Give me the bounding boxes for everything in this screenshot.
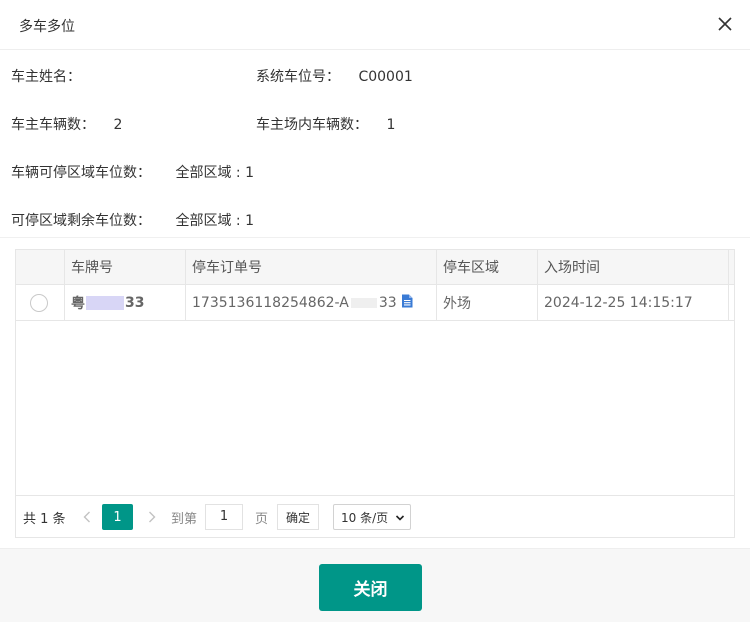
- owner-vehicles-label: 车主车辆数：: [11, 117, 95, 133]
- order-prefix: 1735136118254862-A: [192, 294, 349, 311]
- page-current[interactable]: 1: [102, 504, 133, 530]
- row-radio[interactable]: [30, 293, 48, 312]
- owner-info-panel: 车主姓名： 系统车位号： C00001 车主车辆数： 2 车主场内车辆数： 1 …: [0, 50, 750, 238]
- remaining-spaces-value: 全部区域 : 1: [175, 213, 254, 229]
- page-unit-label: 页: [255, 511, 269, 527]
- chevron-left-icon[interactable]: [72, 504, 102, 530]
- order-mask: [350, 297, 377, 308]
- page-size-select[interactable]: 10 条/页: [333, 504, 411, 530]
- order-suffix: 33: [378, 294, 397, 311]
- column-header-area[interactable]: 停车区域: [437, 250, 538, 284]
- plate-suffix: 33: [125, 294, 145, 311]
- area-spaces-label: 车辆可停区域车位数：: [11, 165, 151, 181]
- vehicles-in-lot-label: 车主场内车辆数：: [256, 117, 368, 133]
- plate-mask: [86, 295, 124, 310]
- table-row[interactable]: 粤 33 1735136118254862-A 33 外场 2024-12-25 1…: [16, 285, 734, 321]
- dialog-title: 多车多位: [19, 19, 75, 35]
- table-header: 车牌号 停车订单号 停车区域 入场时间: [16, 250, 734, 285]
- chevron-down-icon: [395, 512, 405, 526]
- column-header-order[interactable]: 停车订单号: [186, 250, 437, 284]
- dialog-header: 多车多位: [0, 0, 750, 50]
- order-cell: 1735136118254862-A 33: [186, 285, 437, 320]
- plate-cell[interactable]: 粤 33: [65, 285, 186, 320]
- column-header-entry-time[interactable]: 入场时间: [538, 250, 729, 284]
- select-cell: [16, 285, 65, 320]
- plate-prefix: 粤: [71, 295, 85, 312]
- close-icon[interactable]: [714, 13, 736, 35]
- vehicles-in-lot-value: 1: [386, 117, 396, 133]
- chevron-right-icon[interactable]: [137, 504, 167, 530]
- close-button[interactable]: 关闭: [319, 564, 422, 611]
- total-count: 共 1 条: [23, 511, 66, 527]
- select-column-header: [16, 250, 65, 284]
- page-size-value: 10 条/页: [341, 510, 389, 525]
- goto-page-input[interactable]: 1: [205, 504, 243, 530]
- remaining-spaces-label: 可停区域剩余车位数：: [11, 213, 151, 229]
- vehicle-table: 车牌号 停车订单号 停车区域 入场时间 粤 33 1735136118254862…: [15, 249, 735, 538]
- dialog-footer: 关闭: [0, 548, 750, 622]
- column-header-plate[interactable]: 车牌号: [65, 250, 186, 284]
- system-space-value: C00001: [358, 69, 413, 85]
- owner-vehicles-value: 2: [113, 117, 123, 133]
- entry-time-cell: 2024-12-25 14:15:17: [538, 285, 729, 320]
- goto-label: 到第: [171, 511, 198, 527]
- confirm-button[interactable]: 确定: [277, 504, 320, 530]
- area-spaces-value: 全部区域 : 1: [175, 165, 254, 181]
- owner-name-label: 车主姓名：: [11, 69, 81, 85]
- pagination: 共 1 条 1 到第 1 页 确定 10 条/页: [16, 495, 734, 537]
- document-icon[interactable]: [401, 294, 413, 312]
- area-cell: 外场: [437, 285, 538, 320]
- system-space-label: 系统车位号：: [256, 69, 340, 85]
